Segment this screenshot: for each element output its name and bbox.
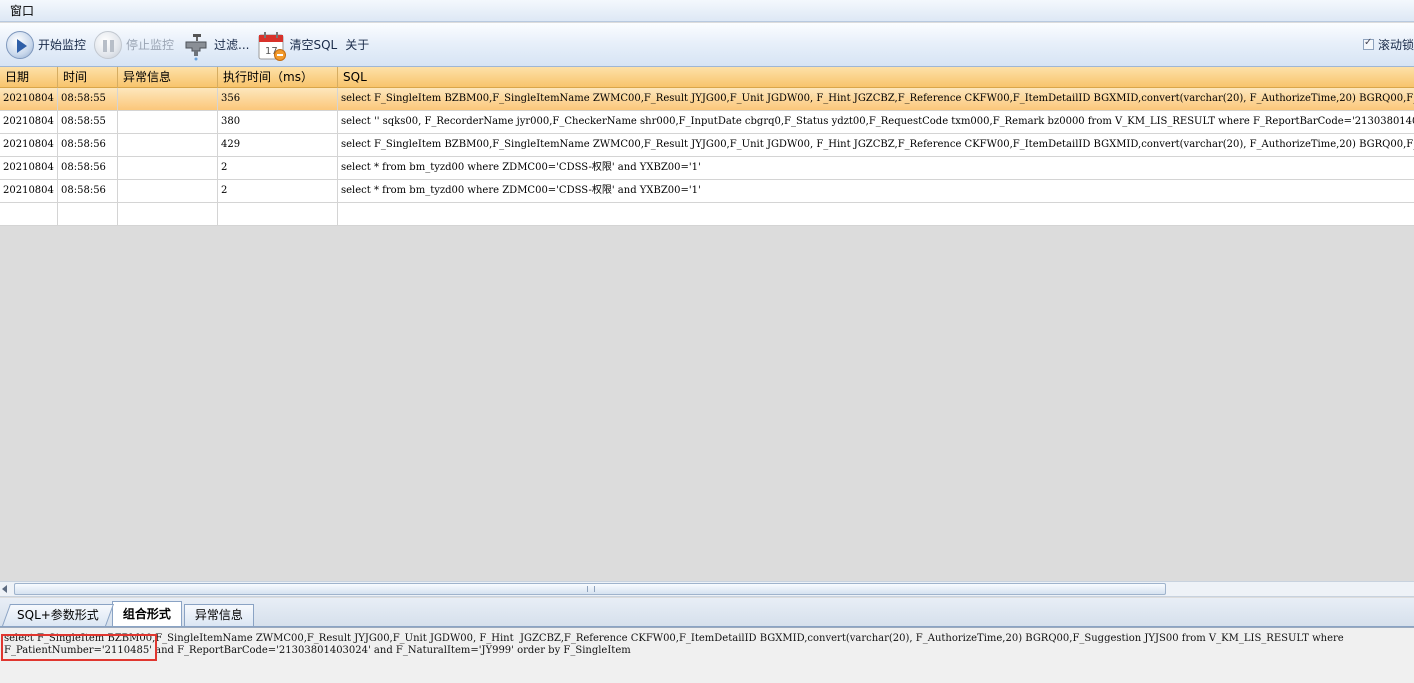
horizontal-scrollbar[interactable] <box>0 581 1414 597</box>
header-sql[interactable]: SQL <box>338 67 1414 88</box>
cell-date: 20210804 <box>0 180 58 203</box>
cell-error <box>118 180 218 203</box>
tab-exception[interactable]: 异常信息 <box>183 604 254 626</box>
table-row[interactable]: 20210804 08:58:56 429 select F_SingleIte… <box>0 134 1414 157</box>
cell-time: 08:58:55 <box>58 111 118 134</box>
toolbar: 开始监控 停止监控 过滤... 17 清空SQL 关于 ✓ 滚动锁 <box>0 23 1414 67</box>
cell-date: 20210804 <box>0 88 58 111</box>
pause-icon <box>94 30 123 59</box>
start-monitor-label: 开始监控 <box>38 38 87 52</box>
cell-exec-time: 356 <box>218 88 338 111</box>
table-row-empty[interactable] <box>0 203 1414 226</box>
cell-time: 08:58:56 <box>58 134 118 157</box>
cell-exec-time: 2 <box>218 180 338 203</box>
cell-sql <box>338 203 1414 226</box>
header-date[interactable]: 日期 <box>0 67 58 88</box>
sql-detail-line-1: select F_SingleItem BZBM00,F_SingleItemN… <box>4 633 1344 644</box>
stop-monitor-label: 停止监控 <box>126 38 175 52</box>
menu-window[interactable]: 窗口 <box>8 2 36 19</box>
about-button[interactable]: 关于 <box>341 27 373 63</box>
cell-exec-time: 2 <box>218 157 338 180</box>
faucet-icon <box>182 31 210 60</box>
detail-tabs: SQL+参数形式 组合形式 异常信息 <box>0 598 1414 627</box>
cell-time: 08:58:56 <box>58 157 118 180</box>
tab-exception-label: 异常信息 <box>194 608 243 622</box>
table-row[interactable]: 20210804 08:58:55 356 select F_SingleIte… <box>0 88 1414 111</box>
table-row[interactable]: 20210804 08:58:56 2 select * from bm_tyz… <box>0 180 1414 203</box>
start-monitor-button[interactable]: 开始监控 <box>2 27 90 63</box>
cell-sql: select '' sqks00, F_RecorderName jyr000,… <box>341 116 1414 127</box>
cell-date: 20210804 <box>0 157 58 180</box>
sql-detail-panel[interactable]: select F_SingleItem BZBM00,F_SingleItemN… <box>0 627 1414 683</box>
header-error[interactable]: 异常信息 <box>118 67 218 88</box>
tab-combined-label: 组合形式 <box>122 607 171 621</box>
tab-sql-params[interactable]: SQL+参数形式 <box>1 604 114 626</box>
calendar-icon: 17 <box>257 31 287 61</box>
play-icon <box>6 30 34 59</box>
cell-time: 08:58:56 <box>58 180 118 203</box>
cell-exec-time <box>218 203 338 226</box>
scroll-lock-checkbox[interactable] <box>1362 37 1374 50</box>
scroll-left-icon[interactable] <box>2 585 7 593</box>
cell-sql: select * from bm_tyzd00 where ZDMC00='CD… <box>341 185 701 196</box>
cell-error <box>118 157 218 180</box>
cell-exec-time: 380 <box>218 111 338 134</box>
cell-error <box>118 88 218 111</box>
sql-log-grid: 日期 时间 异常信息 执行时间（ms） SQL 20210804 08:58:5… <box>0 67 1414 581</box>
cell-exec-time: 429 <box>218 134 338 157</box>
cell-error <box>118 111 218 134</box>
cell-date <box>0 203 58 226</box>
tab-sql-params-label: SQL+参数形式 <box>17 608 99 622</box>
grid-header: 日期 时间 异常信息 执行时间（ms） SQL <box>0 67 1414 88</box>
cell-time <box>58 203 118 226</box>
scrollbar-thumb[interactable] <box>14 583 1166 595</box>
cell-date: 20210804 <box>0 111 58 134</box>
cell-sql: select * from bm_tyzd00 where ZDMC00='CD… <box>341 162 701 173</box>
header-time[interactable]: 时间 <box>58 67 118 88</box>
stop-monitor-button[interactable]: 停止监控 <box>90 27 178 63</box>
about-label: 关于 <box>345 38 370 52</box>
menu-bar: 窗口 <box>0 0 1414 22</box>
scroll-lock-toggle[interactable]: 滚动锁 <box>1362 36 1414 53</box>
scroll-lock-label: 滚动锁 <box>1377 38 1414 52</box>
filter-label: 过滤... <box>214 38 250 52</box>
cell-error <box>118 134 218 157</box>
cell-time: 08:58:55 <box>58 88 118 111</box>
cell-sql: select F_SingleItem BZBM00,F_SingleItemN… <box>341 139 1414 150</box>
filter-button[interactable]: 过滤... <box>178 27 253 63</box>
tab-combined[interactable]: 组合形式 <box>111 601 182 626</box>
table-row[interactable]: 20210804 08:58:55 380 select '' sqks00, … <box>0 111 1414 134</box>
grip-icon <box>587 586 595 592</box>
clear-sql-label: 清空SQL <box>289 38 338 52</box>
cell-error <box>118 203 218 226</box>
cell-date: 20210804 <box>0 134 58 157</box>
clear-sql-button[interactable]: 17 清空SQL <box>253 27 341 63</box>
cell-sql: select F_SingleItem BZBM00,F_SingleItemN… <box>341 93 1414 104</box>
table-row[interactable]: 20210804 08:58:56 2 select * from bm_tyz… <box>0 157 1414 180</box>
header-exec-time[interactable]: 执行时间（ms） <box>218 67 338 88</box>
sql-detail-line-2: F_PatientNumber='2110485' and F_ReportBa… <box>4 645 631 656</box>
